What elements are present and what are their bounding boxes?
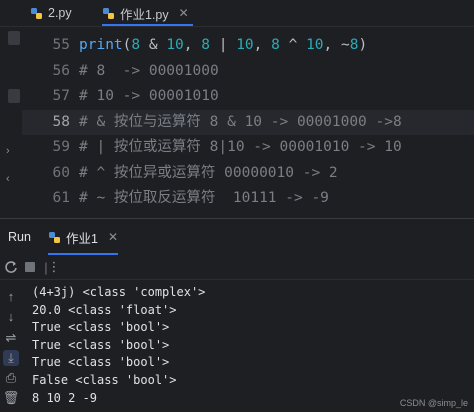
python-file-icon bbox=[30, 7, 43, 20]
code-line[interactable]: 61 # ~ 按位取反运算符 10111 -> -9 bbox=[22, 186, 474, 211]
tab-zuoye1-py[interactable]: 作业1.py ✕ bbox=[102, 0, 193, 26]
tool-window-marker[interactable] bbox=[8, 89, 20, 103]
run-panel-title: Run bbox=[8, 230, 31, 244]
code-line[interactable]: 56 # 8 -> 00001000 bbox=[22, 59, 474, 84]
soft-wrap-icon[interactable]: ⇌ bbox=[3, 330, 19, 346]
trash-icon[interactable]: 🗑 bbox=[3, 390, 20, 406]
code-editor[interactable]: › ‹ 55 print(8 & 10, 8 | 10, 8 ^ 10, ~8) 5… bbox=[0, 27, 474, 217]
line-number: 59 bbox=[52, 139, 70, 155]
console-line: 8 10 2 -9 bbox=[32, 390, 98, 405]
code-text: # | 按位或运算符 8|10 -> 00001010 -> 10 bbox=[79, 135, 402, 160]
console-output[interactable]: (4+3j) <class 'complex'> 20.0 <class 'fl… bbox=[22, 280, 474, 412]
editor-tab-bar: 2.py 作业1.py ✕ bbox=[0, 0, 474, 26]
code-token: ) bbox=[358, 37, 368, 53]
console-line: (4+3j) <class 'complex'> bbox=[32, 285, 206, 299]
print-icon[interactable]: ⎙ bbox=[3, 370, 19, 386]
code-token: 10 bbox=[236, 37, 254, 53]
line-number: 61 bbox=[52, 190, 70, 206]
arrow-up-icon[interactable]: ↑ bbox=[3, 288, 19, 304]
python-file-icon bbox=[48, 231, 61, 244]
code-token: | bbox=[210, 37, 237, 53]
code-token: # 8 -> 00001000 bbox=[79, 62, 219, 79]
console-side-tools: ↑ ↓ ⇌ ⤓ ⎙ 🗑 bbox=[0, 280, 22, 412]
code-token: 8 bbox=[131, 37, 141, 53]
tab-label: 作业1.py bbox=[120, 7, 169, 22]
console-line: 20.0 <class 'float'> bbox=[32, 302, 177, 317]
arrow-down-icon[interactable]: ↓ bbox=[3, 308, 19, 324]
more-options-icon[interactable]: ⋮ bbox=[46, 259, 62, 275]
close-icon[interactable]: ✕ bbox=[108, 230, 118, 244]
code-token: 10 bbox=[306, 37, 324, 53]
code-token: 8 bbox=[271, 37, 280, 53]
code-token: print bbox=[79, 37, 123, 53]
code-text: # ~ 按位取反运算符 10111 -> -9 bbox=[79, 186, 329, 211]
line-number: 58 bbox=[52, 113, 70, 130]
line-number: 56 bbox=[52, 62, 70, 79]
code-line[interactable]: 57 # 10 -> 00001010 bbox=[22, 84, 474, 109]
line-number: 60 bbox=[52, 164, 70, 181]
console-line: True <class 'bool'> bbox=[32, 320, 170, 335]
line-number: 55 bbox=[52, 37, 70, 53]
console-line: False <class 'bool'> bbox=[32, 373, 177, 387]
watermark: CSDN @simp_le bbox=[399, 398, 468, 408]
tab-2-py[interactable]: 2.py bbox=[30, 0, 72, 26]
code-token: & bbox=[140, 37, 167, 53]
code-text: # ^ 按位异或运算符 00000010 -> 2 bbox=[79, 161, 338, 186]
code-text: # 10 -> 00001010 bbox=[79, 84, 219, 109]
code-line[interactable]: 60 # ^ 按位异或运算符 00000010 -> 2 bbox=[22, 161, 474, 186]
code-token: 10 bbox=[166, 37, 184, 53]
code-token: # ^ 按位异或运算符 00000010 -> 2 bbox=[79, 164, 338, 181]
run-panel-header: Run 作业1 ✕ bbox=[0, 218, 474, 255]
code-line-current[interactable]: 58 # & 按位与运算符 8 & 10 -> 00001000 ->8 bbox=[22, 109, 474, 135]
code-text: # & 按位与运算符 8 & 10 -> 00001000 ->8 bbox=[79, 110, 402, 135]
scroll-to-end-icon[interactable]: ⤓ bbox=[3, 350, 19, 366]
code-token: , bbox=[183, 37, 202, 53]
code-text: # 8 -> 00001000 bbox=[79, 59, 219, 84]
line-number: 57 bbox=[52, 88, 70, 104]
code-token: ^ bbox=[279, 37, 307, 53]
left-tool-strip: › ‹ bbox=[0, 27, 22, 217]
code-line[interactable]: 55 print(8 & 10, 8 | 10, 8 ^ 10, ~8) bbox=[22, 33, 474, 58]
run-toolbar: | ⋮ bbox=[0, 255, 474, 280]
chevron-down-icon[interactable]: › bbox=[6, 145, 10, 157]
close-icon[interactable]: ✕ bbox=[179, 6, 189, 20]
code-token: # 10 -> 00001010 bbox=[79, 88, 219, 104]
python-file-icon bbox=[102, 7, 115, 20]
code-token: # ~ 按位取反运算符 10111 -> -9 bbox=[79, 190, 329, 206]
console-line: True <class 'bool'> bbox=[32, 355, 170, 370]
code-line[interactable]: 59 # | 按位或运算符 8|10 -> 00001010 -> 10 bbox=[22, 135, 474, 160]
code-text: print(8 & 10, 8 | 10, 8 ^ 10, ~8) bbox=[79, 33, 367, 58]
tab-label: 2.py bbox=[48, 6, 72, 20]
code-token: # & 按位与运算符 8 & 10 -> 00001000 ->8 bbox=[79, 113, 402, 130]
code-token: 8 bbox=[201, 37, 210, 53]
chevron-left-icon[interactable]: ‹ bbox=[6, 173, 10, 185]
run-tab-label: 作业1 bbox=[66, 231, 98, 246]
tool-window-marker[interactable] bbox=[8, 31, 20, 45]
console-line: True <class 'bool'> bbox=[32, 337, 170, 352]
stop-icon[interactable] bbox=[22, 259, 38, 275]
run-tab[interactable]: 作业1 ✕ bbox=[48, 219, 119, 255]
code-token: , ~ bbox=[323, 37, 350, 53]
code-token: # | 按位或运算符 8|10 -> 00001010 -> 10 bbox=[79, 139, 402, 155]
code-token: , bbox=[253, 37, 272, 53]
rerun-icon[interactable] bbox=[3, 259, 19, 275]
